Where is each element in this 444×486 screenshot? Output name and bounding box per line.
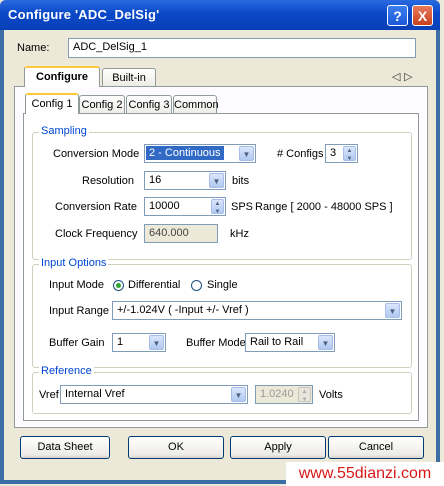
conversion-rate-label: Conversion Rate: [55, 201, 137, 213]
tab-scroll-right-icon[interactable]: ▷: [404, 70, 412, 83]
spin-updown-icon: ▲ ▼: [298, 387, 311, 403]
num-configs-value: 3: [330, 147, 337, 159]
conversion-mode-select[interactable]: 2 - Continuous ▼: [144, 144, 256, 163]
window-title: Configure 'ADC_DelSig': [8, 7, 160, 22]
tab-configure[interactable]: Configure: [24, 66, 100, 87]
input-range-label: Input Range: [49, 305, 109, 317]
tab-config-1[interactable]: Config 1: [25, 93, 79, 114]
tab-built-in[interactable]: Built-in: [102, 68, 156, 87]
watermark: www.55dianzi.com: [286, 462, 444, 486]
clock-frequency-unit: kHz: [230, 228, 249, 240]
configure-dialog: Configure 'ADC_DelSig' ? X Name: ADC_Del…: [0, 0, 440, 484]
resolution-unit: bits: [232, 175, 250, 187]
input-mode-label: Input Mode: [49, 279, 105, 291]
chevron-down-icon[interactable]: ▼: [231, 387, 246, 402]
num-configs-label: # Configs: [277, 148, 324, 160]
help-button[interactable]: ?: [387, 5, 408, 26]
clock-frequency-label: Clock Frequency: [55, 228, 138, 240]
buffer-gain-label: Buffer Gain: [49, 337, 105, 349]
vref-voltage-value: 1.0240: [260, 388, 294, 400]
vref-voltage-spinner: 1.0240 ▲ ▼: [255, 385, 313, 404]
configure-panel: Config 1 Config 2 Config 3 Common Sampli…: [14, 86, 428, 428]
buffer-gain-value: 1: [117, 336, 124, 348]
cancel-button[interactable]: Cancel: [328, 436, 424, 459]
name-input[interactable]: ADC_DelSig_1: [68, 38, 416, 58]
spin-updown-icon[interactable]: ▲ ▼: [343, 146, 356, 162]
conversion-rate-spinner[interactable]: 10000 ▲ ▼: [144, 197, 226, 216]
datasheet-button[interactable]: Data Sheet: [20, 436, 110, 459]
resolution-value: 16: [149, 174, 162, 186]
input-range-select[interactable]: +/-1.024V ( -Input +/- Vref ) ▼: [112, 301, 402, 320]
resolution-select[interactable]: 16 ▼: [144, 171, 226, 190]
conversion-rate-unit: SPS: [231, 201, 254, 213]
chevron-down-icon[interactable]: ▼: [318, 335, 333, 350]
radio-differential-label[interactable]: Differential: [128, 279, 180, 291]
conversion-mode-label: Conversion Mode: [53, 148, 140, 160]
sampling-group: Sampling Conversion Mode 2 - Continuous …: [32, 125, 412, 260]
apply-button[interactable]: Apply: [230, 436, 326, 459]
input-options-group: Input Options Input Mode Differential Si…: [32, 257, 412, 368]
input-options-group-title: Input Options: [39, 257, 109, 269]
chevron-down-icon[interactable]: ▼: [209, 173, 224, 188]
tab-config-2[interactable]: Config 2: [79, 95, 125, 114]
vref-label: Vref: [39, 389, 59, 401]
reference-group-title: Reference: [39, 365, 94, 377]
conversion-rate-value: 10000: [149, 200, 180, 212]
input-range-value: +/-1.024V ( -Input +/- Vref ): [117, 304, 249, 316]
tab-config-3[interactable]: Config 3: [126, 95, 172, 114]
vref-select[interactable]: Internal Vref ▼: [60, 385, 248, 404]
radio-single[interactable]: [191, 280, 202, 291]
vref-voltage-unit: Volts: [319, 389, 343, 401]
config-1-panel: Sampling Conversion Mode 2 - Continuous …: [23, 113, 419, 421]
radio-differential[interactable]: [113, 280, 124, 291]
name-label: Name:: [17, 42, 50, 54]
title-bar[interactable]: Configure 'ADC_DelSig' ? X: [0, 0, 440, 30]
chevron-down-icon[interactable]: ▼: [149, 335, 164, 350]
chevron-down-icon[interactable]: ▼: [239, 146, 254, 161]
chevron-down-icon[interactable]: ▼: [385, 303, 400, 318]
resolution-label: Resolution: [82, 175, 134, 187]
tab-scroll-left-icon[interactable]: ◁: [392, 70, 400, 83]
tab-common[interactable]: Common: [173, 95, 219, 114]
buffer-gain-select[interactable]: 1 ▼: [112, 333, 166, 352]
vref-value: Internal Vref: [65, 388, 125, 400]
num-configs-spinner[interactable]: 3 ▲ ▼: [325, 144, 358, 163]
conversion-rate-range: Range [ 2000 - 48000 SPS ]: [255, 201, 393, 213]
buffer-mode-value: Rail to Rail: [250, 336, 304, 348]
spin-updown-icon[interactable]: ▲ ▼: [211, 199, 224, 215]
close-button[interactable]: X: [412, 5, 433, 26]
dialog-body: Name: ADC_DelSig_1 Configure Built-in ◁ …: [4, 30, 436, 480]
ok-button[interactable]: OK: [128, 436, 224, 459]
clock-frequency-field: 640.000: [144, 224, 218, 243]
sampling-group-title: Sampling: [39, 125, 89, 137]
reference-group: Reference Vref Internal Vref ▼ 1.0240 ▲ ▼…: [32, 365, 412, 414]
buffer-mode-select[interactable]: Rail to Rail ▼: [245, 333, 335, 352]
radio-single-label[interactable]: Single: [207, 279, 238, 291]
conversion-mode-value: 2 - Continuous: [146, 146, 224, 160]
buffer-mode-label: Buffer Mode: [186, 337, 246, 349]
